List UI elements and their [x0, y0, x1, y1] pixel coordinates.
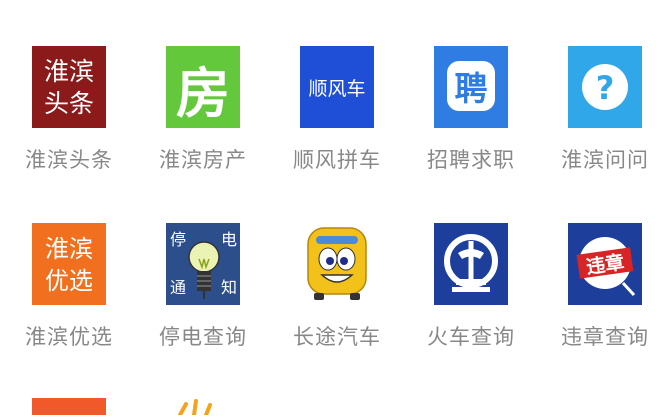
grid-item-huaibin-wenwen[interactable]: ? 淮滨问问 — [536, 46, 666, 206]
railway-icon — [434, 223, 508, 305]
grid-item-label: 顺风拼车 — [293, 148, 381, 172]
grid-item-label: 淮滨问问 — [561, 148, 649, 172]
sun-icon[interactable] — [172, 398, 222, 417]
grid-item-huoche-chaxun[interactable]: 火车查询 — [402, 223, 532, 383]
grid-item-label: 淮滨房产 — [159, 148, 247, 172]
grid-item-label: 违章查询 — [561, 325, 649, 349]
grid-item-huaibin-youxuan[interactable]: 淮滨 优选 淮滨优选 — [0, 223, 130, 383]
lightbulb-icon: 停 电 通 知 — [166, 223, 240, 305]
icon-text: 电 — [221, 230, 237, 249]
icon-text: 顺风车 — [308, 78, 365, 100]
traffic-violation-icon: 违章 — [568, 223, 642, 305]
question-icon: ? — [568, 46, 642, 128]
icon-text: 淮滨 — [45, 235, 93, 263]
icon-text: 房 — [176, 62, 230, 125]
icon-text: 头条 — [44, 89, 94, 118]
grid-item-huaibin-fangchan[interactable]: 房 淮滨房产 — [134, 46, 264, 206]
icon-text: 优选 — [45, 267, 93, 295]
grid-item-huaibin-toutiao[interactable]: 淮滨 头条 淮滨头条 — [0, 46, 130, 206]
grid-item-changtu-qiche[interactable]: 长途汽车 — [268, 223, 398, 383]
recruit-icon: 聘 — [434, 46, 508, 128]
grid-item-weizhang-chaxun[interactable]: 违章 违章查询 — [536, 223, 666, 383]
grid-item-tingdian-chaxun[interactable]: 停 电 通 知 停电查询 — [134, 223, 264, 383]
youxuan-icon: 淮滨 优选 — [32, 223, 106, 305]
grid-item-label: 淮滨优选 — [25, 325, 113, 349]
icon-text: 聘 — [455, 69, 488, 108]
icon-text: 淮滨 — [44, 57, 94, 86]
icon-text: ? — [596, 69, 615, 107]
icon-text: 知 — [221, 278, 237, 297]
grid-item-partial-1[interactable] — [32, 398, 106, 415]
grid-item-zhaopin-qiuzhi[interactable]: 聘 招聘求职 — [402, 46, 532, 206]
grid-item-shunfeng-pinche[interactable]: 顺风车 顺风拼车 — [268, 46, 398, 206]
grid-item-label: 招聘求职 — [427, 148, 515, 172]
grid-item-label: 火车查询 — [427, 325, 515, 349]
icon-text: 停 — [170, 230, 186, 249]
huaibin-toutiao-icon: 淮滨 头条 — [32, 46, 106, 128]
grid-item-label: 淮滨头条 — [25, 148, 113, 172]
icon-text: 通 — [170, 278, 186, 297]
bus-icon — [300, 223, 374, 305]
house-icon: 房 — [166, 46, 240, 128]
grid-item-label: 停电查询 — [159, 325, 247, 349]
carpool-icon: 顺风车 — [300, 46, 374, 128]
grid-item-label: 长途汽车 — [293, 325, 381, 349]
